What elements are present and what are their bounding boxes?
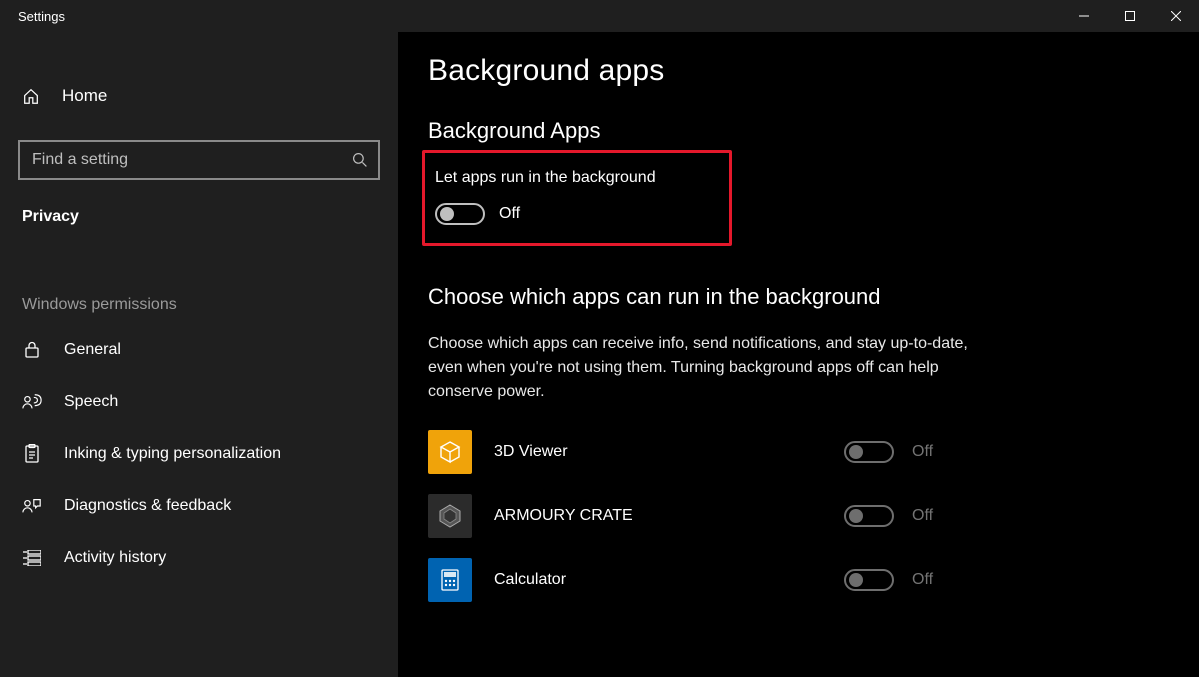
section-title-background-apps: Background Apps <box>428 118 1155 144</box>
app-name: ARMOURY CRATE <box>494 507 844 525</box>
sidebar-item-general[interactable]: General <box>0 324 398 376</box>
app-name: Calculator <box>494 571 844 589</box>
cube-icon <box>437 439 463 465</box>
app-list: 3D Viewer Off ARMOURY CRATE Off <box>428 430 1155 602</box>
speech-icon <box>22 393 42 411</box>
sidebar-item-diagnostics[interactable]: Diagnostics & feedback <box>0 480 398 532</box>
search-icon <box>352 152 368 168</box>
sidebar: Home Privacy Windows permissions General… <box>0 32 398 677</box>
sidebar-item-label: General <box>64 341 121 359</box>
app-row-3d-viewer: 3D Viewer Off <box>428 430 938 474</box>
app-toggle-state: Off <box>912 507 938 525</box>
close-icon <box>1171 11 1181 21</box>
lock-icon <box>22 341 42 359</box>
app-name: 3D Viewer <box>494 443 844 461</box>
app-toggle-state: Off <box>912 443 938 461</box>
minimize-icon <box>1079 11 1089 21</box>
app-title: Settings <box>18 9 65 24</box>
section-label: Windows permissions <box>0 226 398 324</box>
app-toggle-calculator[interactable] <box>844 569 894 591</box>
help-text: Choose which apps can receive info, send… <box>428 332 988 404</box>
search-input-wrap[interactable] <box>18 140 380 180</box>
app-row-calculator: Calculator Off <box>428 558 938 602</box>
window-controls <box>1061 0 1199 32</box>
activity-icon <box>22 550 42 566</box>
app-icon-3d-viewer <box>428 430 472 474</box>
home-icon <box>22 87 40 105</box>
maximize-button[interactable] <box>1107 0 1153 32</box>
sidebar-item-speech[interactable]: Speech <box>0 376 398 428</box>
sidebar-item-activity[interactable]: Activity history <box>0 532 398 584</box>
maximize-icon <box>1125 11 1135 21</box>
app-toggle-state: Off <box>912 571 938 589</box>
sidebar-item-label: Inking & typing personalization <box>64 445 281 463</box>
feedback-icon <box>22 497 42 515</box>
app-row-armoury-crate: ARMOURY CRATE Off <box>428 494 938 538</box>
sidebar-item-label: Activity history <box>64 549 166 567</box>
master-toggle-label: Let apps run in the background <box>429 169 711 187</box>
page-title: Background apps <box>428 54 1155 88</box>
app-icon-armoury-crate <box>428 494 472 538</box>
close-button[interactable] <box>1153 0 1199 32</box>
app-toggle-armoury-crate[interactable] <box>844 505 894 527</box>
clipboard-icon <box>22 444 42 464</box>
main-content: Background apps Background Apps Let apps… <box>398 32 1199 677</box>
master-toggle-highlight: Let apps run in the background Off <box>422 150 732 246</box>
calculator-icon <box>437 567 463 593</box>
app-toggle-3d-viewer[interactable] <box>844 441 894 463</box>
master-toggle-state: Off <box>499 205 520 223</box>
titlebar: Settings <box>0 0 1199 32</box>
hexagon-icon <box>435 501 465 531</box>
home-label: Home <box>62 86 107 106</box>
search-input[interactable] <box>32 151 352 169</box>
sidebar-item-inking[interactable]: Inking & typing personalization <box>0 428 398 480</box>
minimize-button[interactable] <box>1061 0 1107 32</box>
sidebar-item-label: Diagnostics & feedback <box>64 497 231 515</box>
section-title-choose-apps: Choose which apps can run in the backgro… <box>428 284 1155 310</box>
app-icon-calculator <box>428 558 472 602</box>
sidebar-item-label: Speech <box>64 393 118 411</box>
home-button[interactable]: Home <box>0 74 398 118</box>
category-label: Privacy <box>0 180 398 226</box>
master-toggle[interactable] <box>435 203 485 225</box>
